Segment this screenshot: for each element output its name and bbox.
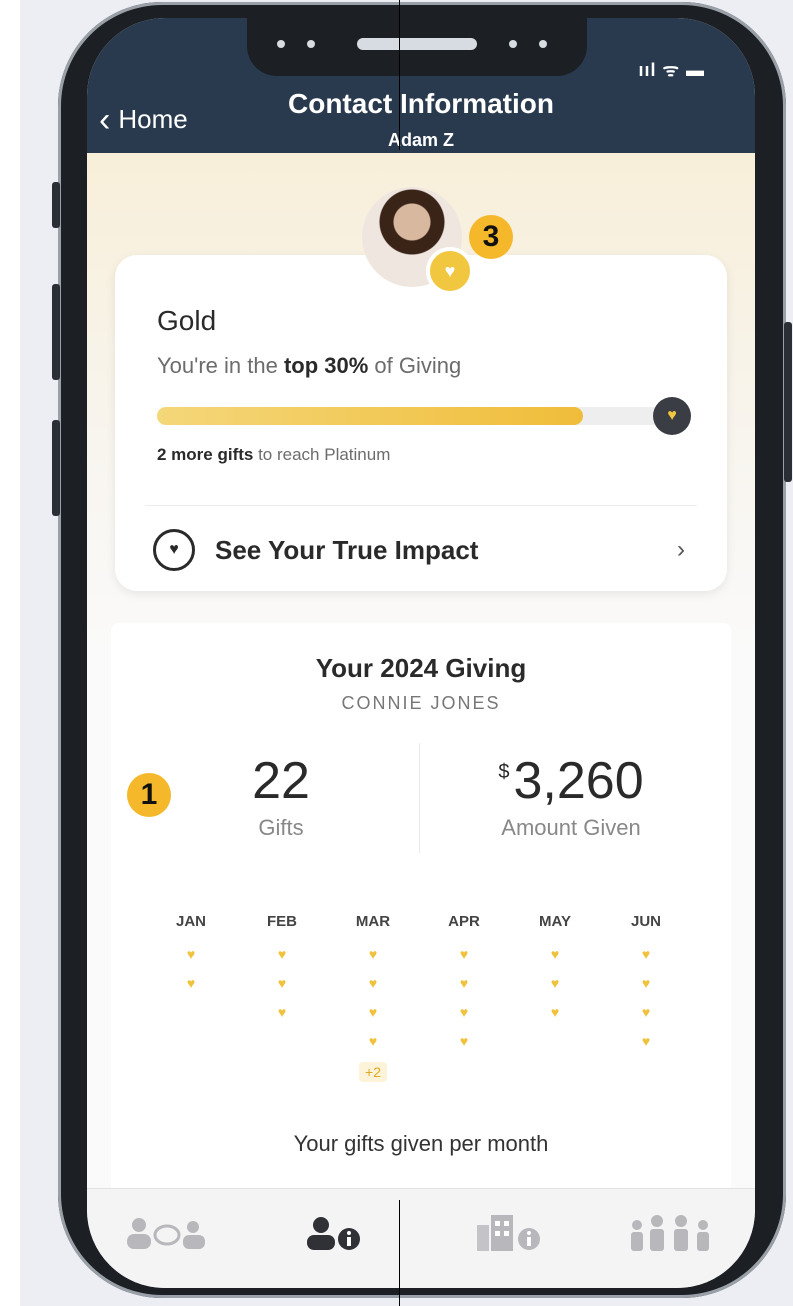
monthly-footer: Your gifts given per month bbox=[293, 1131, 549, 1156]
guide-line-bottom bbox=[399, 1200, 400, 1306]
heart-badge-icon: ♥ bbox=[426, 247, 474, 295]
gift-heart-icon: ♥ bbox=[550, 946, 560, 962]
gift-heart-icon: ♥ bbox=[550, 1004, 560, 1020]
month-label: MAY bbox=[539, 913, 571, 930]
gift-heart-icon: ♥ bbox=[459, 1004, 469, 1020]
power-button bbox=[784, 322, 792, 482]
family-icon bbox=[631, 1215, 709, 1251]
divider bbox=[145, 505, 697, 506]
giving-summary: Your 2024 Giving CONNIE JONES 1 22 Gifts… bbox=[111, 623, 731, 1193]
tier-card: Gold You're in the top 30% of Giving ♥ 2… bbox=[115, 255, 727, 591]
notch bbox=[247, 18, 587, 76]
gift-heart-icon: ♥ bbox=[641, 1033, 651, 1049]
gift-heart-icon: ♥ bbox=[186, 946, 196, 962]
heart-endcap-icon: ♥ bbox=[653, 397, 691, 435]
building-info-icon bbox=[477, 1215, 540, 1251]
heart-coin-icon: ♥ bbox=[153, 529, 195, 571]
tab-contact-info[interactable] bbox=[257, 1211, 417, 1255]
gift-heart-icon: ♥ bbox=[641, 1004, 651, 1020]
month-label: FEB bbox=[267, 913, 297, 930]
people-chat-icon bbox=[127, 1218, 205, 1249]
progress-fill bbox=[157, 407, 584, 425]
guide-line-top bbox=[399, 0, 400, 150]
month-column: MAR ♥ ♥ ♥ ♥ +2 bbox=[333, 913, 413, 1082]
amount-value: $3,260 bbox=[498, 752, 644, 810]
amount-stat: $3,260 Amount Given bbox=[451, 751, 691, 841]
person-info-icon bbox=[307, 1217, 360, 1250]
gift-heart-icon: ♥ bbox=[277, 1004, 287, 1020]
gift-heart-icon: ♥ bbox=[368, 975, 378, 991]
month-column: MAY ♥ ♥ ♥ bbox=[515, 913, 595, 1027]
phone-screen: ııl ᯤ ▬ ‹ Home Contact Information Adam … bbox=[87, 18, 755, 1288]
gift-heart-icon: ♥ bbox=[368, 1004, 378, 1020]
callout-marker-3: 3 bbox=[469, 215, 513, 259]
chevron-right-icon: › bbox=[677, 536, 685, 563]
next-tier-text: 2 more gifts to reach Platinum bbox=[157, 445, 391, 464]
volume-down-button bbox=[52, 420, 60, 516]
tab-bar bbox=[87, 1188, 755, 1288]
tab-family[interactable] bbox=[593, 1211, 753, 1255]
page-subtitle: Adam Z bbox=[387, 130, 454, 150]
tier-name: Gold bbox=[157, 305, 217, 336]
nav-header: ııl ᯤ ▬ ‹ Home Contact Information Adam … bbox=[87, 18, 755, 153]
page-title: Contact Information bbox=[288, 88, 554, 119]
gifts-value: 22 bbox=[252, 752, 310, 810]
month-label: JAN bbox=[175, 913, 206, 930]
extra-gifts-badge: +2 bbox=[359, 1062, 387, 1082]
tab-organization[interactable] bbox=[429, 1211, 589, 1255]
gift-heart-icon: ♥ bbox=[459, 1033, 469, 1049]
volume-up-button bbox=[52, 284, 60, 380]
gift-heart-icon: ♥ bbox=[368, 1033, 378, 1049]
profile-content[interactable]: ♥ 3 Gold You're in the top 30% of Giving… bbox=[87, 153, 755, 1193]
giving-title: Your 2024 Giving bbox=[315, 653, 527, 683]
gift-heart-icon: ♥ bbox=[186, 975, 196, 991]
avatar[interactable]: ♥ bbox=[362, 187, 474, 295]
gift-heart-icon: ♥ bbox=[550, 975, 560, 991]
gift-heart-icon: ♥ bbox=[277, 975, 287, 991]
gifts-label: Gifts bbox=[258, 815, 304, 840]
amount-label: Amount Given bbox=[501, 815, 641, 840]
gift-heart-icon: ♥ bbox=[459, 946, 469, 962]
month-label: MAR bbox=[355, 913, 391, 930]
tier-progress-bar: ♥ bbox=[157, 397, 691, 435]
stat-divider bbox=[419, 743, 420, 853]
month-column: FEB ♥ ♥ ♥ bbox=[242, 913, 322, 1027]
percent-text: You're in the top 30% of Giving bbox=[157, 353, 462, 378]
gift-heart-icon: ♥ bbox=[641, 975, 651, 991]
impact-label: See Your True Impact bbox=[215, 534, 479, 565]
gift-heart-icon: ♥ bbox=[277, 946, 287, 962]
tab-contacts[interactable] bbox=[87, 1211, 247, 1255]
see-true-impact-row[interactable]: ♥ See Your True Impact › bbox=[145, 517, 697, 583]
mute-switch bbox=[52, 182, 60, 228]
gifts-stat: 22 Gifts bbox=[211, 751, 351, 841]
gift-heart-icon: ♥ bbox=[641, 946, 651, 962]
gift-heart-icon: ♥ bbox=[459, 975, 469, 991]
month-label: APR bbox=[448, 913, 480, 930]
month-column: APR ♥ ♥ ♥ ♥ bbox=[424, 913, 504, 1056]
donor-name: CONNIE JONES bbox=[341, 693, 501, 713]
month-column: JUN ♥ ♥ ♥ ♥ bbox=[606, 913, 686, 1056]
callout-marker-1: 1 bbox=[127, 773, 171, 817]
month-label: JUN bbox=[630, 913, 661, 930]
month-column: JAN ♥ ♥ bbox=[151, 913, 231, 998]
gift-heart-icon: ♥ bbox=[368, 946, 378, 962]
status-indicators: ııl ᯤ ▬ bbox=[638, 60, 705, 80]
